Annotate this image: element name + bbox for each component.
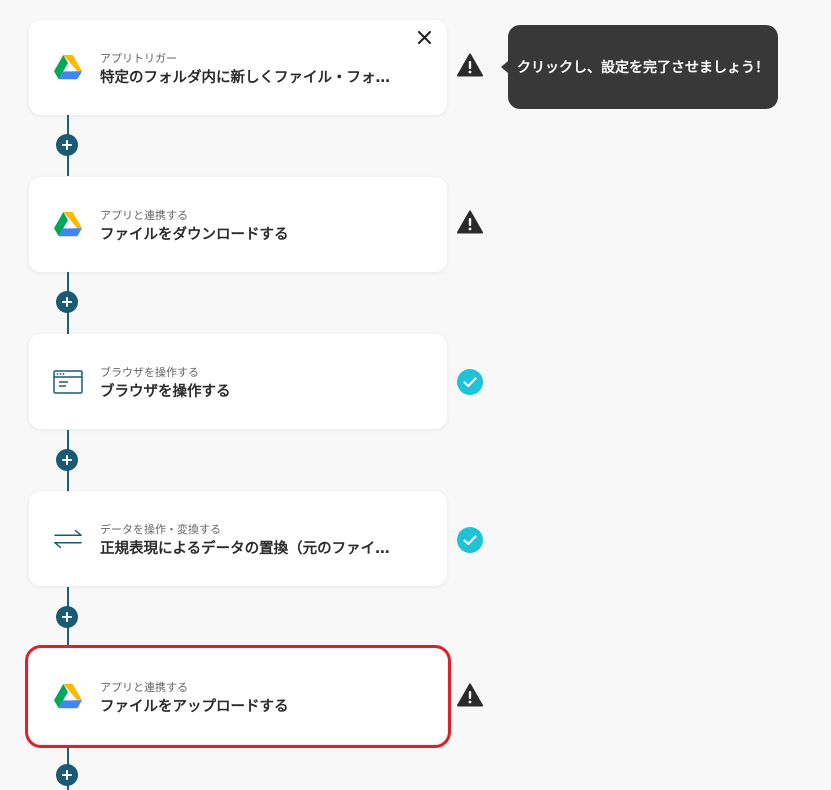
plus-icon xyxy=(62,770,72,780)
step-subtitle: アプリトリガー xyxy=(100,52,177,65)
flow-step-card[interactable]: ブラウザを操作する ブラウザを操作する xyxy=(29,334,447,429)
plus-icon xyxy=(62,612,72,622)
google-drive-icon xyxy=(53,682,83,712)
convert-arrows-icon xyxy=(53,524,83,554)
setup-tooltip: クリックし、設定を完了させましょう！ xyxy=(501,25,778,109)
add-step-button[interactable] xyxy=(56,291,78,313)
flow-step-card[interactable]: データを操作・変換する 正規表現によるデータの置換（元のファイル名から拡張子を除… xyxy=(29,491,447,586)
step-title: ファイルをアップロードする xyxy=(100,699,289,715)
browser-window-icon xyxy=(53,367,83,397)
close-button[interactable] xyxy=(415,28,433,46)
step-subtitle: アプリと連携する xyxy=(100,681,188,694)
plus-icon xyxy=(62,140,72,150)
close-icon xyxy=(417,30,431,44)
add-step-button[interactable] xyxy=(56,449,78,471)
check-icon xyxy=(456,526,484,554)
warning-icon xyxy=(456,51,484,79)
plus-icon xyxy=(62,455,72,465)
warning-icon xyxy=(456,208,484,236)
google-drive-icon xyxy=(53,53,83,83)
flow-step-card[interactable]: アプリトリガー 特定のフォルダ内に新しくファイル・フォルダが作成されたら xyxy=(29,20,447,115)
step-title: ファイルをダウンロードする xyxy=(100,227,289,243)
add-step-button[interactable] xyxy=(56,606,78,628)
step-title: 特定のフォルダ内に新しくファイル・フォルダが作成されたら xyxy=(100,70,390,86)
add-step-button[interactable] xyxy=(56,134,78,156)
step-subtitle: データを操作・変換する xyxy=(100,523,221,536)
flow-step-card-selected[interactable]: アプリと連携する ファイルをアップロードする xyxy=(25,645,451,748)
warning-icon xyxy=(456,681,484,709)
flow-step-card[interactable]: アプリと連携する ファイルをダウンロードする xyxy=(29,177,447,272)
step-title: ブラウザを操作する xyxy=(100,384,231,400)
google-drive-icon xyxy=(53,210,83,240)
tooltip-text: クリックし、設定を完了させましょう！ xyxy=(517,60,769,76)
step-subtitle: ブラウザを操作する xyxy=(100,366,199,379)
check-icon xyxy=(456,368,484,396)
add-step-button[interactable] xyxy=(56,764,78,786)
plus-icon xyxy=(62,297,72,307)
step-title: 正規表現によるデータの置換（元のファイル名から拡張子を除く） xyxy=(100,541,390,557)
step-subtitle: アプリと連携する xyxy=(100,209,188,222)
